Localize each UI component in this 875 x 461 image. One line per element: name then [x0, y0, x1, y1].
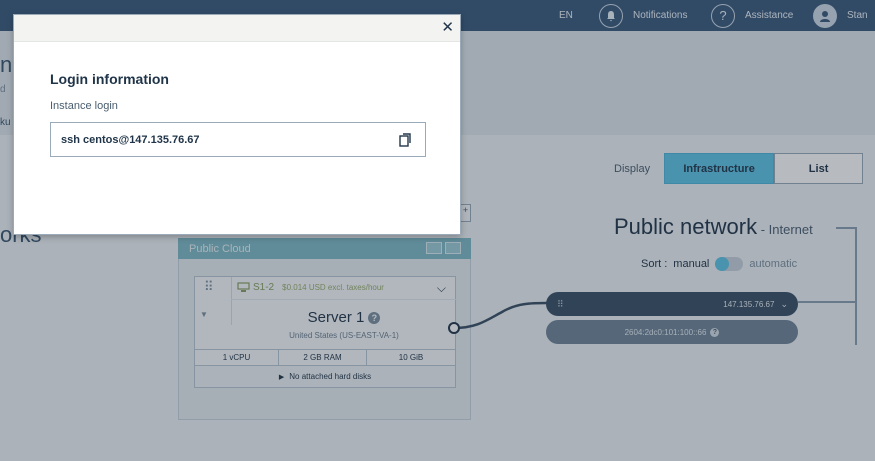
dialog-header: ✕ [14, 15, 460, 42]
instance-login-field[interactable]: ssh centos@147.135.76.67 [50, 122, 426, 157]
dialog-title: Login information [50, 71, 169, 87]
close-icon[interactable]: ✕ [441, 20, 454, 35]
copy-icon[interactable] [399, 133, 411, 147]
instance-login-label: Instance login [50, 100, 118, 112]
login-information-dialog: ✕ Login information Instance login ssh c… [13, 14, 461, 235]
login-command[interactable]: ssh centos@147.135.76.67 [61, 134, 200, 146]
